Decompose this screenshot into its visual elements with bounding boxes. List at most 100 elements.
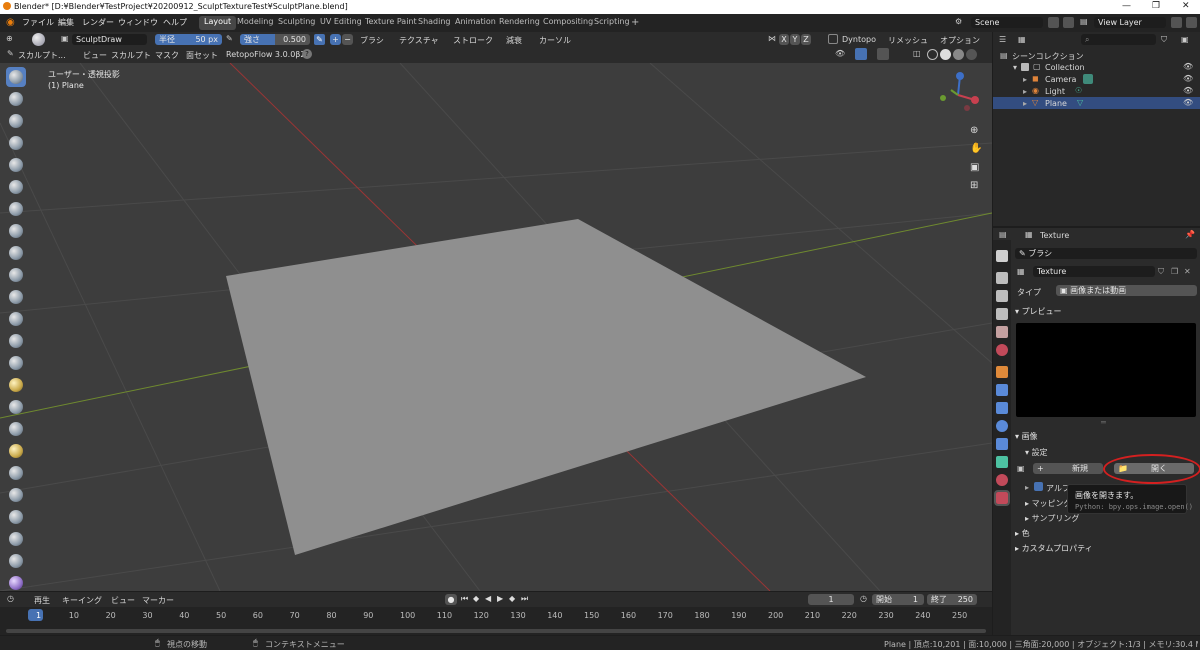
brush-name-field[interactable]: SculptDraw <box>72 34 147 45</box>
menu-face-sets[interactable]: 面セット <box>186 50 218 61</box>
properties-editor-icon[interactable]: ▤ <box>999 230 1007 239</box>
expand-chevron-icon[interactable]: ▸ <box>1023 75 1027 84</box>
outliner-row-light[interactable]: ▸ ◉ Light ☉ 👁 <box>993 85 1200 97</box>
mesh-data-icon[interactable]: ▽ <box>1077 98 1083 107</box>
camera-data-icon[interactable] <box>1083 74 1093 84</box>
texture-name-field[interactable]: Texture <box>1033 266 1155 277</box>
duplicate-icon[interactable]: ❐ <box>1171 267 1178 276</box>
shading-solid-icon[interactable] <box>940 49 951 60</box>
filter-icon[interactable]: ⛉ <box>1161 35 1167 45</box>
tool-clay-thumb[interactable] <box>6 155 26 175</box>
tool-elastic[interactable] <box>6 419 26 439</box>
tool-pinch[interactable] <box>6 375 26 395</box>
outliner-editor-icon[interactable]: ☰ <box>999 35 1006 44</box>
menu-brush[interactable]: ブラシ <box>360 35 384 46</box>
tab-scripting[interactable]: Scripting <box>589 16 635 30</box>
menu-retopoflow[interactable]: RetopoFlow 3.0.0β2 <box>226 50 305 59</box>
tab-object-icon[interactable] <box>996 366 1008 378</box>
fake-user-shield-icon[interactable]: ⛉ <box>1158 267 1164 277</box>
tool-rotate[interactable] <box>6 529 26 549</box>
tab-data-icon[interactable] <box>996 456 1008 468</box>
timeline-scrollbar[interactable] <box>6 629 986 633</box>
tool-grab[interactable] <box>6 397 26 417</box>
expand-chevron-icon[interactable]: ▸ <box>1023 87 1027 96</box>
direction-subtract-button[interactable]: − <box>342 34 353 45</box>
strength-field[interactable]: 強さ 0.500 <box>240 34 310 45</box>
delete-scene-icon[interactable] <box>1063 17 1074 28</box>
menu-file[interactable]: ファイル <box>22 17 54 28</box>
tab-particles-icon[interactable] <box>996 402 1008 414</box>
pan-hand-icon[interactable]: ✋ <box>970 143 982 154</box>
menu-stroke[interactable]: ストローク <box>453 35 493 46</box>
expand-chevron-icon[interactable]: ▸ <box>1023 99 1027 108</box>
preview-section-header[interactable]: ▾ プレビュー <box>1015 306 1062 317</box>
jump-end-icon[interactable]: ⏭ <box>521 594 528 604</box>
resize-handle-icon[interactable]: ═ <box>1101 418 1106 427</box>
menu-window[interactable]: ウィンドウ <box>118 17 158 28</box>
view-layer-selector[interactable]: View Layer <box>1094 17 1166 28</box>
shading-material-icon[interactable] <box>953 49 964 60</box>
strength-pressure-icon[interactable]: ✎ <box>314 34 325 45</box>
color-section-header[interactable]: ▸ 色 <box>1015 528 1030 539</box>
tool-clay-strips[interactable] <box>6 133 26 153</box>
jump-keyframe-forward-icon[interactable]: ◆ <box>509 594 515 603</box>
3d-viewport[interactable]: ユーザー・透視投影 (1) Plane ⊕ ✋ ▣ ⊞ <box>0 63 992 591</box>
xray-icon[interactable]: ◫ <box>913 49 921 58</box>
texture-browse-icon[interactable]: ▦ <box>1017 267 1025 276</box>
tool-scrape[interactable] <box>6 331 26 351</box>
shading-rendered-icon[interactable] <box>966 49 977 60</box>
symmetry-x-button[interactable]: X <box>779 34 789 45</box>
eye-icon[interactable]: 👁 <box>1183 86 1193 95</box>
shading-wireframe-icon[interactable] <box>927 49 938 60</box>
current-frame-field[interactable]: 1 <box>808 594 854 605</box>
blender-menu-icon[interactable]: ◉ <box>6 17 15 28</box>
settings-subpanel-header[interactable]: ▾ 設定 <box>1025 447 1048 458</box>
timeline[interactable]: 1 10 20 30 40 50 60 70 80 90 100 110 120 130 140 150 160… <box>0 607 992 635</box>
tab-constraints-icon[interactable] <box>996 438 1008 450</box>
tab-render-icon[interactable] <box>996 272 1008 284</box>
mode-selector[interactable]: スカルプト... <box>18 50 66 61</box>
new-scene-icon[interactable] <box>1048 17 1059 28</box>
outliner-row-scene-collection[interactable]: ▤ シーンコレクション <box>993 49 1200 61</box>
ortho-toggle-icon[interactable]: ⊞ <box>970 180 978 191</box>
menu-marker[interactable]: マーカー <box>142 595 174 606</box>
custom-properties-section-header[interactable]: ▸ カスタムプロパティ <box>1015 543 1093 554</box>
direction-add-button[interactable]: + <box>330 34 341 45</box>
symmetry-z-button[interactable]: Z <box>801 34 811 45</box>
menu-keying[interactable]: キーイング <box>62 595 102 606</box>
play-reverse-icon[interactable]: ◀ <box>485 594 491 603</box>
tool-layer[interactable] <box>6 177 26 197</box>
record-button[interactable]: ● <box>445 594 457 605</box>
menu-view[interactable]: ビュー <box>83 50 107 61</box>
outliner-row-collection[interactable]: ▾ ▢ Collection 👁 <box>993 61 1200 73</box>
play-icon[interactable]: ▶ <box>497 594 503 603</box>
tab-tool-icon[interactable] <box>996 250 1008 262</box>
outliner-row-plane[interactable]: ▸ ▽ Plane ▽ 👁 <box>993 97 1200 109</box>
overlay-toggle-icon[interactable] <box>877 48 889 60</box>
radius-pressure-icon[interactable]: ✎ <box>226 34 233 43</box>
image-section-header[interactable]: ▾ 画像 <box>1015 431 1038 442</box>
tool-snake-hook[interactable] <box>6 441 26 461</box>
tab-sculpting[interactable]: Sculpting <box>273 16 320 30</box>
frame-end-field[interactable]: 終了 250 <box>927 594 977 605</box>
tab-view-layer-icon[interactable] <box>996 308 1008 320</box>
tab-texture-icon[interactable] <box>994 490 1010 506</box>
frame-start-field[interactable]: 開始 1 <box>872 594 924 605</box>
sampling-subpanel-header[interactable]: ▸ サンプリング <box>1025 513 1079 524</box>
tool-smooth[interactable] <box>6 265 26 285</box>
expand-chevron-icon[interactable]: ▾ <box>1013 63 1017 72</box>
display-mode-icon[interactable]: ▦ <box>1018 35 1026 44</box>
zoom-icon[interactable]: ⊕ <box>970 125 978 136</box>
scene-icon[interactable]: ⚙ <box>955 17 962 26</box>
symmetry-y-button[interactable]: Y <box>790 34 800 45</box>
menu-falloff[interactable]: 減衰 <box>506 35 522 46</box>
include-checkbox[interactable] <box>1021 63 1029 71</box>
tool-pose[interactable] <box>6 485 26 505</box>
delete-view-layer-icon[interactable] <box>1186 17 1197 28</box>
tool-clay[interactable] <box>6 111 26 131</box>
tab-scene-icon[interactable] <box>996 326 1008 338</box>
brush-preview-icon[interactable] <box>32 33 45 46</box>
menu-mask[interactable]: マスク <box>155 50 179 61</box>
minimize-icon[interactable]: — <box>1122 1 1131 11</box>
texture-context-selector[interactable]: ✎ ブラシ <box>1015 248 1197 259</box>
